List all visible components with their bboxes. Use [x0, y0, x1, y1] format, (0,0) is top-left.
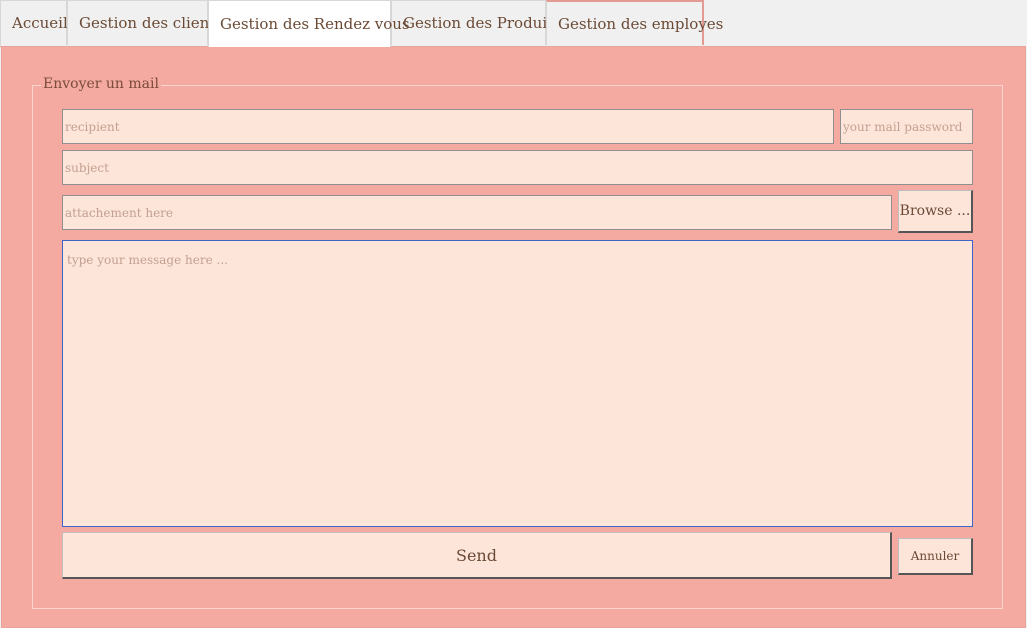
tab-content-panel: Envoyer un mail Browse ... Send Annuler: [1, 46, 1026, 628]
groupbox-title: Envoyer un mail: [41, 76, 161, 92]
tab-bar: Accueil Gestion des clients Gestion des …: [0, 0, 723, 47]
mail-password-input[interactable]: [840, 109, 973, 144]
cancel-button[interactable]: Annuler: [898, 538, 973, 575]
send-mail-groupbox: Envoyer un mail Browse ... Send Annuler: [32, 76, 1003, 609]
recipient-input[interactable]: [62, 109, 834, 144]
tab-gestion-clients[interactable]: Gestion des clients: [67, 0, 223, 45]
send-button[interactable]: Send: [62, 532, 892, 579]
browse-button[interactable]: Browse ...: [898, 190, 973, 233]
app-window: Accueil Gestion des clients Gestion des …: [0, 0, 1027, 628]
attachment-input[interactable]: [62, 195, 892, 230]
tab-gestion-rendez-vous[interactable]: Gestion des Rendez vous: [208, 0, 410, 47]
tab-gestion-produits[interactable]: Gestion des Produits: [391, 0, 561, 45]
subject-input[interactable]: [62, 150, 973, 185]
message-textarea[interactable]: [62, 240, 973, 527]
tab-accueil[interactable]: Accueil: [0, 0, 68, 45]
tab-gestion-employes[interactable]: Gestion des employes: [546, 0, 723, 45]
